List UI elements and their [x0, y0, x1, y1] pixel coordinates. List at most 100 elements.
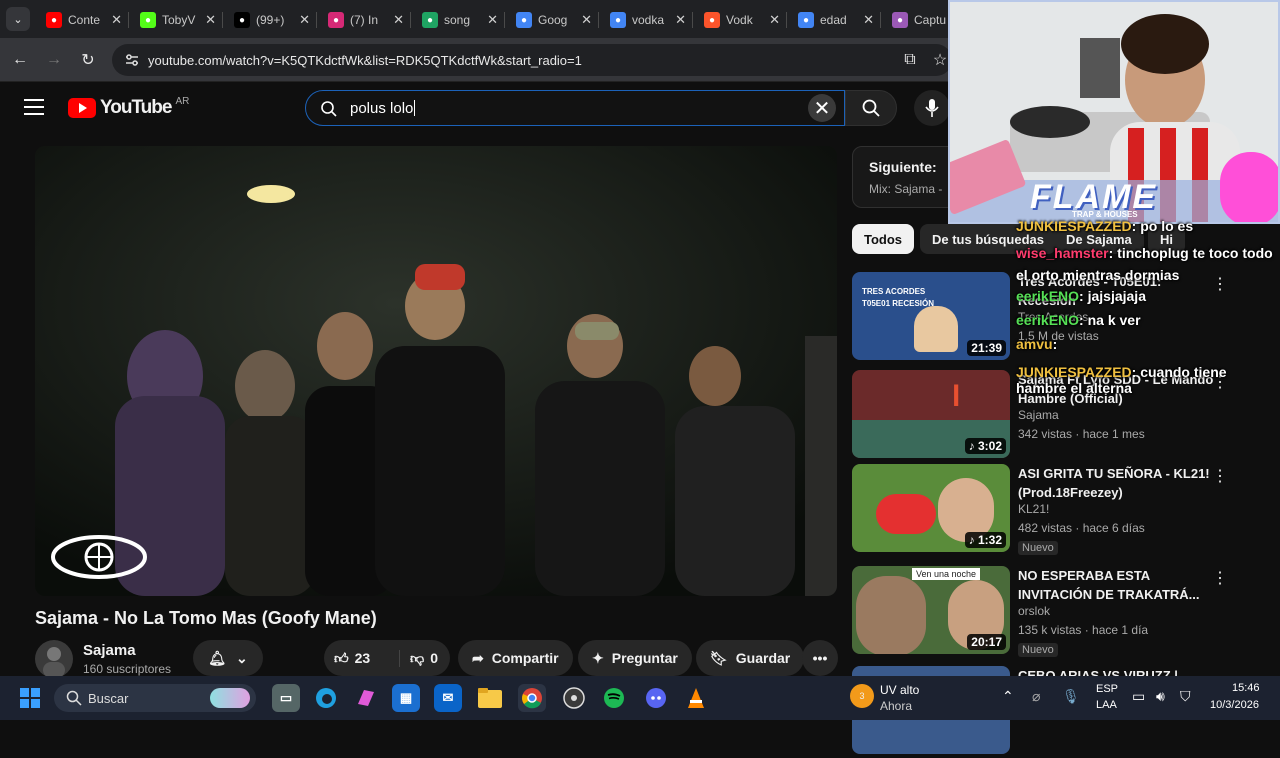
tab-separator: [222, 12, 223, 28]
browser-tab[interactable]: ● Conte ✕: [36, 6, 128, 34]
notification-button[interactable]: 🔔︎ ⌄: [193, 640, 263, 676]
browser-tab[interactable]: ● (7) In ✕: [318, 6, 410, 34]
sparkle-icon: ✦: [592, 649, 604, 666]
clock-date[interactable]: 10/3/2026: [1210, 699, 1259, 711]
channel-name[interactable]: Sajama: [83, 642, 136, 659]
next-label: Siguiente:: [869, 159, 937, 175]
close-tab-icon[interactable]: ✕: [863, 12, 874, 28]
new-badge: Nuevo: [1018, 541, 1058, 555]
reload-icon: ↻: [81, 52, 95, 69]
close-tab-icon[interactable]: ✕: [393, 12, 404, 28]
close-tab-icon[interactable]: ✕: [769, 12, 780, 28]
obs-icon[interactable]: [560, 684, 588, 712]
youtube-logo[interactable]: YouTube AR: [68, 96, 189, 119]
chrome-icon[interactable]: [518, 684, 546, 712]
video-title: Sajama - No La Tomo Mas (Goofy Mane): [35, 608, 377, 628]
volume-icon[interactable]: 🔊︎: [1156, 688, 1165, 705]
video-thumbnail[interactable]: TRES ACORDES T05E01 RECESIÓN 21:39: [852, 272, 1010, 360]
save-button[interactable]: 🔖︎ Guardar: [696, 640, 805, 676]
windows-taskbar: Buscar ▭ ▦ ✉ 3 UV alto Ahora ⌃ ⌀ 🎙︎ ESP …: [0, 676, 1280, 720]
video-thumbnail[interactable]: ♪ 1:32: [852, 464, 1010, 552]
recommended-video[interactable]: Ven una noche 20:17 NO ESPERABA ESTA INVITA…: [852, 566, 1272, 658]
microphone-icon[interactable]: 🎙︎: [1062, 688, 1080, 705]
more-vertical-icon[interactable]: ⋮: [1212, 568, 1228, 588]
bell-icon: 🔔︎: [208, 649, 227, 666]
keyboard-layout[interactable]: LAA: [1096, 699, 1117, 711]
recommended-channel[interactable]: orslok: [1018, 604, 1050, 618]
task-view-icon[interactable]: ▭: [272, 684, 300, 712]
ask-button[interactable]: ✦ Preguntar: [578, 640, 692, 676]
browser-tab[interactable]: ● song ✕: [412, 6, 504, 34]
share-button[interactable]: ➦ Compartir: [458, 640, 573, 676]
more-actions-button[interactable]: •••: [802, 640, 838, 676]
close-tab-icon[interactable]: ✕: [299, 12, 310, 28]
dislike-button[interactable]: 👎︎ 0: [400, 650, 438, 667]
tab-separator: [786, 12, 787, 28]
reload-button[interactable]: ↻: [76, 48, 100, 72]
shield-icon[interactable]: ⛉: [1180, 688, 1191, 705]
spotify-icon[interactable]: [600, 684, 628, 712]
close-tab-icon[interactable]: ✕: [581, 12, 592, 28]
video-thumbnail[interactable]: Ven una noche 20:17: [852, 566, 1010, 654]
browser-tab[interactable]: ● TobyV ✕: [130, 6, 222, 34]
clear-search-button[interactable]: ✕: [808, 94, 836, 122]
recommended-video[interactable]: ♪ 1:32 ASI GRITA TU SEÑORA - KL21! (Prod.1…: [852, 464, 1272, 556]
show-hidden-icons-chevron-icon[interactable]: ⌃: [1002, 688, 1014, 705]
more-vertical-icon[interactable]: ⋮: [1212, 466, 1228, 486]
recommended-title[interactable]: NO ESPERABA ESTA INVITACIÓN DE TRAKATRÁ..…: [1018, 566, 1218, 604]
browser-tab[interactable]: ● Goog ✕: [506, 6, 598, 34]
browser-tab[interactable]: ● Vodk ✕: [694, 6, 786, 34]
like-button[interactable]: 👍︎ 23: [324, 649, 400, 667]
install-app-icon[interactable]: ⧉: [898, 48, 922, 72]
video-thumbnail[interactable]: l ♪ 3:02: [852, 370, 1010, 458]
browser-tab[interactable]: ● (99+) ✕: [224, 6, 316, 34]
arrow-right-icon: →: [46, 51, 62, 68]
brave-icon: ●: [704, 12, 720, 28]
microphone-icon: [925, 99, 939, 117]
browser-tab[interactable]: ● edad ✕: [788, 6, 880, 34]
tab-separator: [504, 12, 505, 28]
thumbnail-caption: Ven una noche: [912, 568, 981, 580]
close-tab-icon[interactable]: ✕: [487, 12, 498, 28]
recommended-channel[interactable]: KL21!: [1018, 502, 1049, 516]
tab-separator: [316, 12, 317, 28]
discord-icon[interactable]: [642, 684, 670, 712]
menu-icon[interactable]: [24, 98, 44, 121]
close-tab-icon[interactable]: ✕: [675, 12, 686, 28]
file-explorer-icon[interactable]: [476, 684, 504, 712]
store-icon[interactable]: ▦: [392, 684, 420, 712]
channel-avatar[interactable]: [35, 640, 73, 678]
recommended-channel[interactable]: Sajama: [1018, 408, 1059, 422]
close-tab-icon[interactable]: ✕: [205, 12, 216, 28]
back-button[interactable]: ←: [8, 48, 32, 72]
filter-chip[interactable]: Todos: [852, 224, 915, 254]
voice-search-button[interactable]: [914, 90, 950, 126]
save-label: Guardar: [735, 650, 791, 666]
copilot-icon[interactable]: [352, 684, 380, 712]
location-off-icon[interactable]: ⌀: [1032, 688, 1040, 705]
recommended-title[interactable]: ASI GRITA TU SEÑORA - KL21! (Prod.18Freez…: [1018, 464, 1218, 502]
start-button[interactable]: [16, 684, 44, 712]
language-code[interactable]: ESP: [1096, 683, 1118, 695]
chat-username: amvu: [1016, 336, 1053, 352]
chat-text-continued: hambre el alterna: [1016, 380, 1132, 396]
network-icon[interactable]: ▭: [1132, 688, 1145, 705]
taskbar-search-field[interactable]: Buscar: [54, 684, 256, 712]
site-info-icon[interactable]: [124, 52, 140, 71]
weather-icon[interactable]: 3: [850, 684, 874, 708]
forward-button[interactable]: →: [42, 48, 66, 72]
browser-tab[interactable]: ● vodka ✕: [600, 6, 692, 34]
tab-search-button[interactable]: ⌄: [6, 7, 30, 31]
recommended-meta: 342 vistas · hace 1 mes: [1018, 427, 1145, 441]
edge-icon[interactable]: [312, 684, 340, 712]
video-player[interactable]: [35, 146, 837, 596]
url-field[interactable]: youtube.com/watch?v=K5QTKdctfWk&list=RDK…: [112, 44, 952, 76]
search-input[interactable]: polus lolo ✕: [305, 90, 845, 126]
clock-time[interactable]: 15:46: [1232, 682, 1260, 694]
tab-separator: [410, 12, 411, 28]
vlc-icon[interactable]: [682, 684, 710, 712]
search-button[interactable]: [845, 90, 897, 126]
thumbs-up-icon: 👍︎: [334, 649, 349, 666]
outlook-icon[interactable]: ✉: [434, 684, 462, 712]
close-tab-icon[interactable]: ✕: [111, 12, 122, 28]
